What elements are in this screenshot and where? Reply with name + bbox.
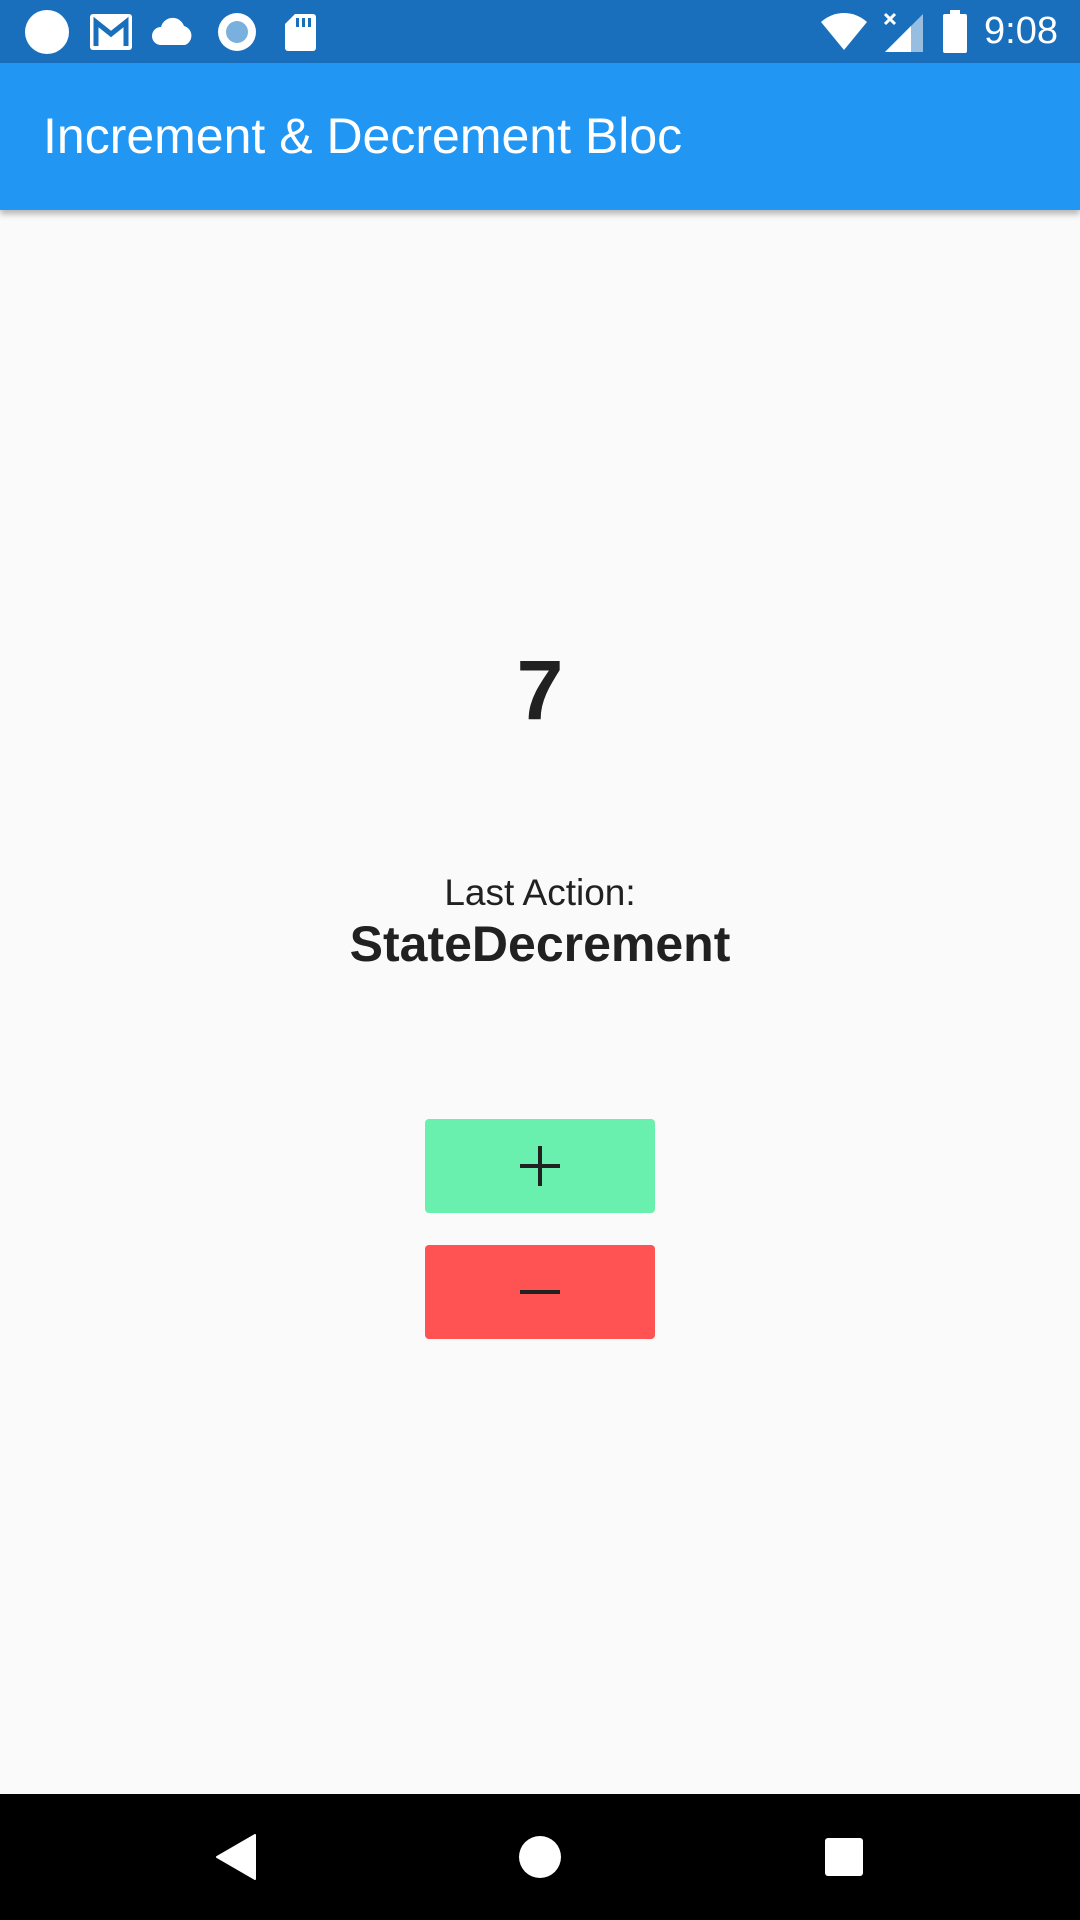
battery-icon: [940, 0, 970, 63]
plus-icon: [520, 1146, 560, 1186]
app-bar: Increment & Decrement Bloc: [0, 63, 1080, 210]
minus-icon: [520, 1288, 560, 1296]
navigation-bar: [0, 1794, 1080, 1920]
wifi-icon: [818, 0, 870, 63]
increment-button[interactable]: [425, 1119, 655, 1213]
decrement-button[interactable]: [425, 1245, 655, 1339]
status-time: 9:08: [984, 10, 1058, 52]
cloud-icon: [150, 0, 196, 63]
status-bar: 9:08: [0, 0, 1080, 63]
recents-icon: [824, 1837, 864, 1877]
back-icon: [215, 1833, 257, 1881]
last-action-label: Last Action:: [444, 872, 636, 913]
counter-value: 7: [516, 643, 564, 737]
gmail-icon: [86, 0, 136, 63]
last-action-value: StateDecrement: [349, 916, 731, 972]
home-button[interactable]: [480, 1794, 600, 1920]
app-title: Increment & Decrement Bloc: [43, 108, 683, 164]
notification-dot-icon: [22, 0, 72, 63]
cell-signal-icon: [880, 0, 926, 63]
radio-icon: [214, 0, 260, 63]
home-icon: [518, 1835, 562, 1879]
sd-card-icon: [280, 0, 320, 63]
back-button[interactable]: [176, 1794, 296, 1920]
screen: 9:08 Increment & Decrement Bloc 7 Last A…: [0, 0, 1080, 1920]
recents-button[interactable]: [784, 1794, 904, 1920]
